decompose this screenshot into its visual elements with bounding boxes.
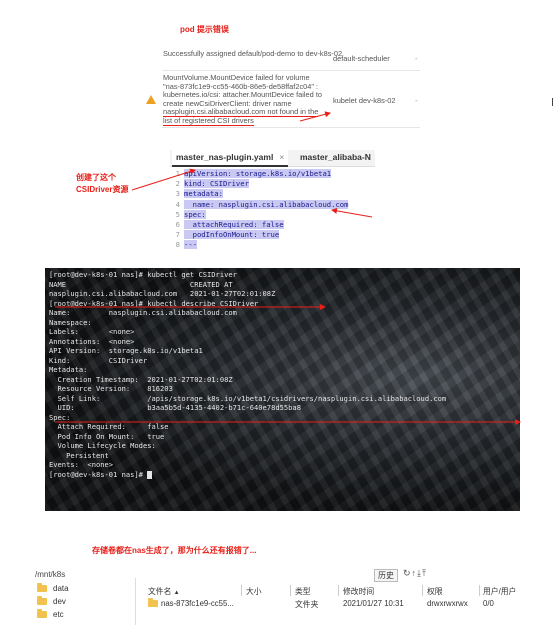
tab-nas-plugin[interactable]: master_nas-plugin.yaml × — [172, 150, 289, 167]
terminal-line: Attach Required: false — [49, 422, 169, 431]
file-type: 文件夹 — [295, 600, 319, 609]
column-header-modified[interactable]: 修改时间 — [343, 586, 374, 597]
code-line: 3 metadata: — [175, 189, 223, 199]
terminal-line: Persistent — [49, 450, 109, 460]
code-line: 8 --- — [175, 240, 197, 250]
terminal-line: Resource Version: 816203 — [49, 384, 173, 393]
code-line: 7 podInfoOnMount: true — [175, 230, 280, 240]
event-source: kubelet dev-k8s-02 — [333, 96, 396, 105]
edge-mark — [552, 98, 553, 106]
path-bar[interactable]: /mnt/k8s — [35, 570, 65, 579]
event-count: - — [415, 54, 418, 63]
terminal-prompt[interactable]: [root@dev-k8s-01 nas]# — [49, 469, 153, 480]
terminal-line: Annotations: <none> — [49, 336, 135, 346]
editor-tabbar: master_nas-plugin.yaml × master_alibaba-N — [170, 150, 375, 167]
terminal-window[interactable]: [root@dev-k8s-01 nas]# kubectl get CSIDr… — [45, 268, 520, 511]
column-header-permissions[interactable]: 权限 — [427, 586, 443, 597]
terminal-line: Pod Info On Mount: true — [49, 431, 165, 441]
column-separator[interactable] — [479, 585, 480, 596]
terminal-line: NAME CREATED AT — [49, 279, 233, 289]
folder-icon — [37, 609, 47, 619]
column-separator[interactable] — [241, 585, 242, 596]
terminal-line: Metadata: — [49, 365, 88, 374]
terminal-line: Name: nasplugin.csi.alibabacloud.com — [49, 308, 237, 317]
tab-label: master_alibaba-N — [300, 152, 371, 162]
row-divider — [162, 70, 420, 71]
sort-ascending-icon: ▲ — [173, 590, 180, 596]
row-divider — [162, 127, 420, 128]
terminal-line: Labels: <none> — [49, 327, 135, 336]
file-owner: 0/0 — [483, 599, 494, 608]
title-note: pod 提示错误 — [180, 25, 229, 34]
column-separator[interactable] — [338, 585, 339, 596]
terminal-line: UID: b3aa5b5d-4135-4402-b71c-640e78d55ba… — [49, 403, 301, 412]
toolbar-icons: ↻↑⤓⤒ — [403, 568, 427, 579]
terminal-line: Creation Timestamp: 2021-01-27T02:01:08Z — [49, 374, 233, 384]
question-note: 存储卷都在nas生成了，那为什么还有报错了... — [92, 546, 257, 555]
column-header-owner[interactable]: 用户/用户 — [483, 586, 516, 597]
terminal-line: Spec: — [49, 412, 71, 422]
code-line: 5 spec: — [175, 209, 206, 219]
side-note: 创建了这个 CSIDriver资源 — [76, 172, 128, 196]
column-header-type[interactable]: 类型 — [295, 586, 311, 597]
terminal-line: nasplugin.csi.alibabacloud.com 2021-01-2… — [49, 289, 276, 298]
code-line: 6 attachRequired: false — [175, 219, 284, 229]
refresh-icon[interactable]: ↻ — [403, 568, 412, 578]
file-modified: 2021/01/27 10:31 — [343, 599, 404, 608]
event-count: - — [415, 96, 418, 105]
terminal-line: Volume Lifecycle Modes: — [49, 441, 156, 450]
tab-label: master_nas-plugin.yaml — [176, 152, 274, 162]
column-header-name[interactable]: 文件名 ▲ — [148, 586, 180, 597]
column-separator[interactable] — [290, 585, 291, 596]
tree-label: data — [53, 584, 69, 593]
column-separator[interactable] — [422, 585, 423, 596]
terminal-cursor — [147, 470, 153, 479]
folder-icon — [148, 598, 158, 608]
tab-alibaba[interactable]: master_alibaba-N — [296, 150, 375, 165]
pane-divider — [135, 578, 136, 625]
tree-item-data[interactable]: data — [37, 582, 69, 595]
column-header-size[interactable]: 大小 — [246, 586, 262, 597]
terminal-line: [root@dev-k8s-01 nas]# kubectl get CSIDr… — [49, 270, 237, 279]
code-line: 2 kind: CSIDriver — [175, 179, 249, 189]
side-note-line2: CSIDriver资源 — [76, 185, 129, 194]
history-button[interactable]: 历史 — [374, 569, 398, 582]
close-icon[interactable]: × — [279, 152, 284, 162]
file-row[interactable]: nas-873fc1e9-cc55... — [148, 598, 234, 608]
tree-label: etc — [53, 610, 64, 619]
tree-item-etc[interactable]: etc — [37, 608, 64, 621]
tree-item-dev[interactable]: dev — [37, 595, 66, 608]
terminal-line: Events: <none> — [49, 460, 114, 469]
file-permissions: drwxrwxrwx — [427, 599, 468, 608]
folder-icon — [37, 583, 47, 593]
underlined-driver-list: list of registered CSI drivers — [163, 115, 254, 126]
code-editor[interactable]: 1 apiVersion: storage.k8s.io/v1beta1 2 kin… — [170, 169, 375, 251]
folder-icon — [37, 596, 47, 606]
event-line: list of registered CSI drivers — [163, 115, 423, 126]
warning-icon: ! — [145, 95, 156, 104]
terminal-line: Namespace: — [49, 317, 92, 327]
file-name: nas-873fc1e9-cc55... — [161, 599, 234, 608]
upload-folder-icon[interactable]: ⤒ — [422, 568, 427, 578]
terminal-line: [root@dev-k8s-01 nas]# kubectl describe … — [49, 298, 259, 308]
terminal-line: API Version: storage.k8s.io/v1beta1 — [49, 346, 203, 355]
terminal-line: Self Link: /apis/storage.k8s.io/v1beta1/… — [49, 393, 447, 403]
tree-label: dev — [53, 597, 66, 606]
code-line: 1 apiVersion: storage.k8s.io/v1beta1 — [175, 169, 332, 178]
terminal-line: Kind: CSIDriver — [49, 355, 148, 365]
prompt-text: [root@dev-k8s-01 nas]# — [49, 469, 148, 479]
code-line: 4 name: nasplugin.csi.alibabacloud.com — [175, 199, 349, 209]
event-source: default-scheduler — [333, 54, 390, 63]
side-note-line1: 创建了这个 — [76, 173, 116, 182]
